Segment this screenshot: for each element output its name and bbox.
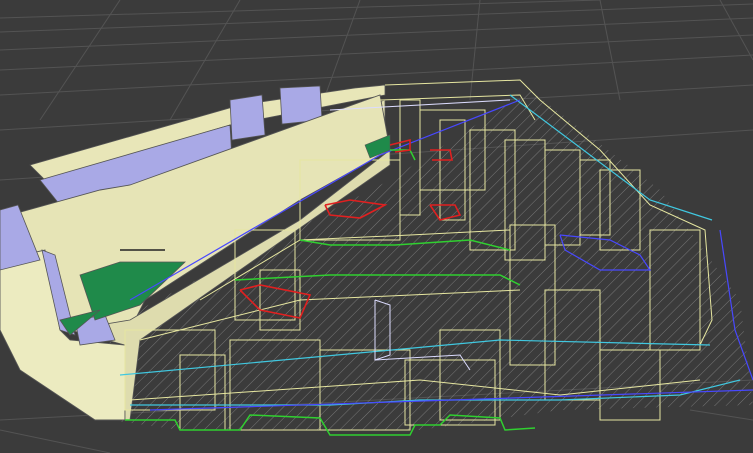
building-scene[interactable] bbox=[0, 0, 753, 453]
3d-viewport[interactable] bbox=[0, 0, 753, 453]
